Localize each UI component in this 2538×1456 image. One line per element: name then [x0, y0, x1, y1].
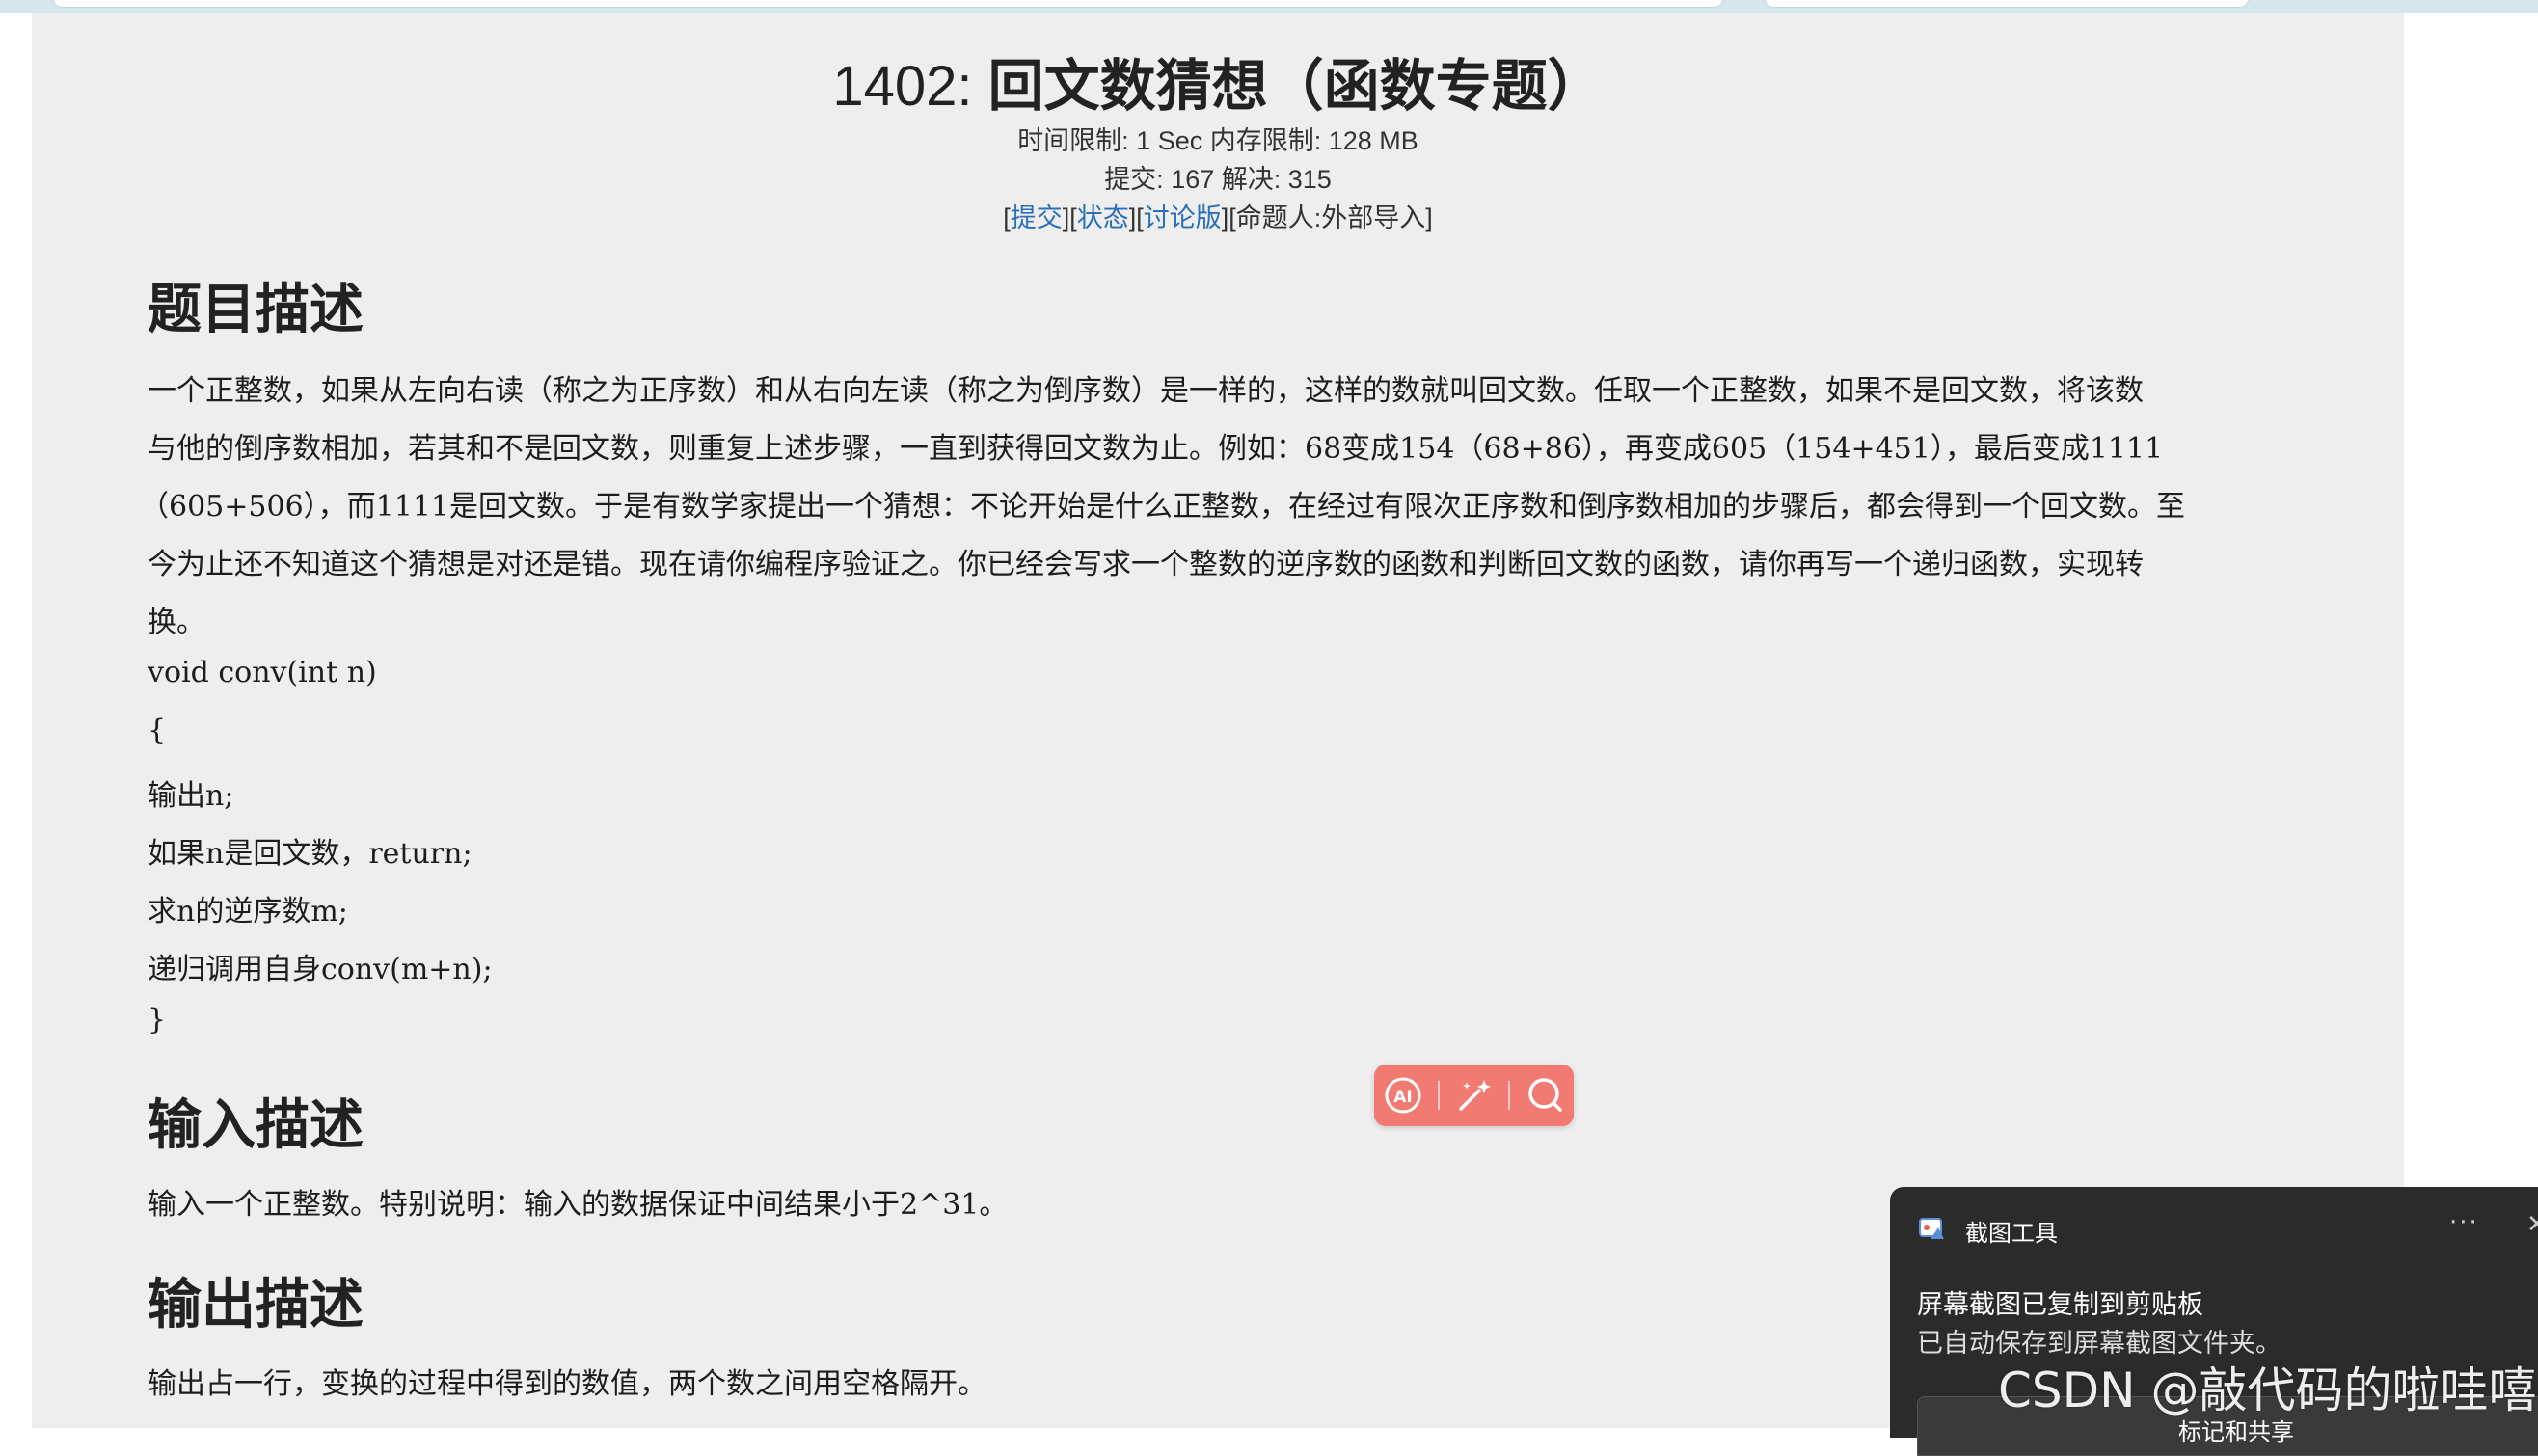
snipping-tool-icon [1917, 1214, 1948, 1245]
code-line: { [148, 714, 167, 747]
magic-wand-icon[interactable] [1450, 1072, 1497, 1119]
input-heading: 输入描述 [148, 1094, 364, 1157]
limits-line: 时间限制: 1 Sec 内存限制: 128 MB [1017, 126, 1418, 155]
csdn-watermark: CSDN @敲代码的啦哇嘻 [1998, 1362, 2537, 1418]
code-line: 求n的逆序数m; [148, 895, 348, 929]
description-line: 与他的倒序数相加，若其和不是回文数，则重复上述步骤，一直到获得回文数为止。例如：… [148, 432, 2164, 466]
code-line: 输出n; [148, 779, 234, 813]
submit-link[interactable]: 提交 [1011, 203, 1063, 232]
output-text: 输出占一行，变换的过程中得到的数值，两个数之间用空格隔开。 [148, 1367, 986, 1401]
more-options-icon[interactable]: ··· [2449, 1208, 2479, 1237]
toolbar-field[interactable] [1765, 0, 2249, 8]
svg-text:AI: AI [1393, 1088, 1412, 1107]
author-label: [命题人:外部导入] [1228, 203, 1433, 232]
app-name: 截图工具 [1965, 1220, 2058, 1247]
problem-number: 1402: [832, 55, 988, 118]
output-heading: 输出描述 [148, 1274, 364, 1336]
links-line: [提交][状态][讨论版][命题人:外部导入] [1003, 203, 1433, 232]
description-line: （605+506），而1111是回文数。于是有数学家提出一个猜想：不论开始是什么… [140, 490, 2186, 524]
code-line: void conv(int n) [148, 656, 377, 689]
code-line: 递归调用自身conv(m+n); [148, 953, 493, 986]
toast-message-title: 屏幕截图已复制到剪贴板 [1917, 1290, 2203, 1320]
description-line: 一个正整数，如果从左向右读（称之为正序数）和从右向左读（称之为倒序数）是一样的，… [148, 374, 2144, 408]
code-line: } [148, 1003, 167, 1037]
code-line: 如果n是回文数，return; [148, 837, 472, 871]
stats-line: 提交: 167 解决: 315 [1104, 165, 1332, 194]
ai-icon[interactable]: AI [1380, 1072, 1426, 1119]
close-icon[interactable]: ✕ [2526, 1210, 2538, 1239]
toolbar-separator [1508, 1081, 1511, 1110]
address-bar[interactable] [53, 0, 1723, 8]
description-line: 换。 [148, 606, 205, 639]
page-title: 1402: 回文数猜想（函数专题） [32, 40, 2404, 121]
input-text: 输入一个正整数。特别说明：输入的数据保证中间结果小于2^31。 [148, 1188, 1009, 1222]
toolbar-separator [1437, 1081, 1440, 1110]
description-line: 今为止还不知道这个猜想是对还是错。现在请你编程序验证之。你已经会写求一个整数的逆… [148, 548, 2144, 581]
floating-toolbar: AI [1374, 1065, 1574, 1126]
discuss-link[interactable]: 讨论版 [1144, 203, 1222, 232]
status-link[interactable]: 状态 [1077, 203, 1129, 232]
description-heading: 题目描述 [148, 279, 364, 341]
problem-title: 回文数猜想（函数专题） [987, 53, 1604, 119]
search-icon[interactable] [1522, 1072, 1568, 1119]
browser-top-bar [0, 0, 2538, 13]
